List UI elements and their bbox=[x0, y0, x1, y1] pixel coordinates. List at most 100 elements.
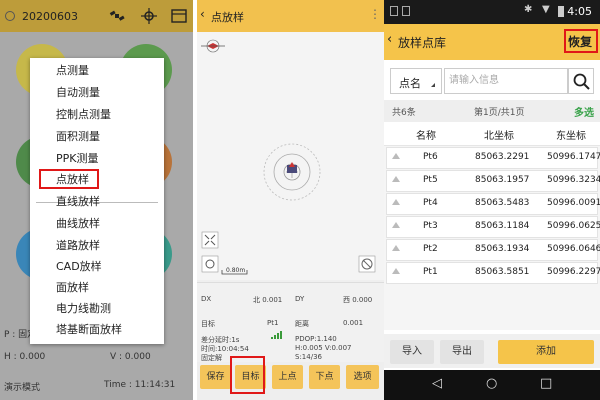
page-title: 点放样 bbox=[211, 11, 244, 24]
point-name: Pt3 bbox=[423, 221, 438, 231]
back-arrow-icon[interactable]: ‹ bbox=[387, 32, 392, 47]
expand-icon bbox=[392, 176, 400, 182]
point-name: Pt1 bbox=[423, 267, 438, 277]
sd-icon bbox=[402, 6, 410, 16]
point-north: 85063.5483 bbox=[475, 198, 530, 208]
menu-item-auto-survey[interactable]: 自动测量 bbox=[56, 85, 100, 101]
screenshot-collage: 20200603 P : 固定 H : 0.000 V : 0.000 演示模式… bbox=[0, 0, 600, 400]
point-north: 85063.5851 bbox=[475, 267, 530, 277]
point-north: 85063.1184 bbox=[475, 221, 530, 231]
sim-icon bbox=[390, 6, 398, 16]
search-button[interactable] bbox=[568, 68, 594, 94]
search-input[interactable]: 请输入信息 bbox=[444, 68, 568, 94]
more-menu-icon[interactable]: ⋮ bbox=[369, 7, 381, 21]
expand-icon bbox=[392, 268, 400, 274]
search-bar: 点名 请输入信息 bbox=[384, 60, 600, 100]
pdop-value: PDOP:1.140 bbox=[295, 335, 337, 343]
back-arrow-icon[interactable]: ‹ bbox=[200, 7, 205, 21]
battery-icon bbox=[558, 6, 564, 17]
export-button[interactable]: 导出 bbox=[440, 340, 484, 364]
options-button[interactable]: 选项 bbox=[346, 365, 379, 389]
settings-panel-icon[interactable] bbox=[170, 7, 188, 25]
multi-select-button[interactable]: 多选 bbox=[574, 104, 594, 119]
field-select[interactable]: 点名 bbox=[390, 68, 442, 94]
expand-icon bbox=[392, 199, 400, 205]
point-east: 50996.0091 bbox=[547, 198, 600, 208]
no-entry-icon bbox=[358, 255, 376, 273]
action-bar: 保存 目标 上点 下点 选项 bbox=[197, 362, 384, 400]
nav-recents-icon[interactable]: □ bbox=[540, 376, 552, 391]
satellite-icon[interactable] bbox=[108, 7, 126, 25]
table-row[interactable]: Pt1 85063.5851 50996.2297 bbox=[386, 262, 600, 284]
table-row[interactable]: Pt3 85063.1184 50996.0625 bbox=[386, 216, 600, 238]
bluetooth-icon: ✱ bbox=[524, 4, 533, 15]
save-button[interactable]: 保存 bbox=[200, 365, 231, 389]
page-indicator: 第1页/共1页 bbox=[474, 108, 525, 118]
point-north: 85063.1934 bbox=[475, 244, 530, 254]
compass-icon bbox=[201, 39, 225, 53]
signal-icon: ▼ bbox=[542, 4, 550, 15]
highlight-box bbox=[230, 356, 265, 394]
dropdown-icon bbox=[431, 83, 435, 87]
add-button[interactable]: 添加 bbox=[498, 340, 594, 364]
table-row[interactable]: Pt4 85063.5483 50996.0091 bbox=[386, 193, 600, 215]
prev-point-button[interactable]: 上点 bbox=[272, 365, 303, 389]
footer-bar: 导入 导出 添加 bbox=[384, 334, 600, 368]
android-nav-bar: ◁ ○ □ bbox=[384, 370, 600, 400]
title-bar: ‹ 放样点库 恢复 bbox=[384, 24, 600, 60]
nav-back-icon[interactable]: ◁ bbox=[432, 376, 442, 391]
expand-icon bbox=[392, 245, 400, 251]
dy-label: DY bbox=[295, 295, 305, 303]
table-row[interactable]: Pt6 85063.2291 50996.1747 bbox=[386, 147, 600, 169]
menu-item-point-survey[interactable]: 点测量 bbox=[56, 63, 89, 79]
highlight-box bbox=[39, 169, 99, 189]
expand-icon bbox=[392, 153, 400, 159]
distance-label: 距离 bbox=[295, 320, 309, 328]
select-value: 点名 bbox=[399, 77, 421, 90]
stakeout-map[interactable]: 0.80m bbox=[197, 32, 384, 280]
clock: Time : 11:14:31 bbox=[104, 380, 176, 390]
main-menu-screen: 20200603 P : 固定 H : 0.000 V : 0.000 演示模式… bbox=[0, 0, 193, 400]
measurement-popup-menu: 点测量 自动测量 控制点测量 面积测量 PPK测量 点放样 直线放样 曲线放样 … bbox=[30, 58, 164, 344]
search-icon bbox=[573, 73, 590, 90]
menu-item-ppk-survey[interactable]: PPK测量 bbox=[56, 151, 98, 167]
locate-icon bbox=[201, 255, 219, 273]
target-value[interactable]: Pt1 bbox=[267, 319, 278, 327]
stakeout-library-screen: ✱ ▼ 4:05 ‹ 放样点库 恢复 点名 请输入信息 共6条 第1页/共1页 … bbox=[384, 0, 600, 400]
next-point-button[interactable]: 下点 bbox=[309, 365, 340, 389]
v-precision: V : 0.000 bbox=[110, 352, 151, 362]
table-row[interactable]: Pt5 85063.1957 50996.3234 bbox=[386, 170, 600, 192]
status-bar: 20200603 bbox=[0, 0, 193, 32]
dx-value: 北 0.001 bbox=[253, 296, 283, 304]
menu-item-area-survey[interactable]: 面积测量 bbox=[56, 129, 100, 145]
menu-item-tower-section[interactable]: 塔基断面放样 bbox=[56, 322, 122, 338]
satellite-count: S:14/36 bbox=[295, 353, 322, 361]
table-row[interactable]: Pt2 85063.1934 50996.0646 bbox=[386, 239, 600, 261]
menu-item-curve-stakeout[interactable]: 曲线放样 bbox=[56, 216, 100, 232]
page-title: 放样点库 bbox=[398, 36, 447, 50]
antenna-icon[interactable] bbox=[140, 7, 158, 25]
column-name: 名称 bbox=[416, 131, 436, 142]
point-stakeout-screen: ‹ 点放样 ⋮ 0.80m DX 北 0.001 DY 西 0.000 目标 P… bbox=[197, 0, 384, 400]
point-name: Pt6 bbox=[423, 152, 438, 162]
signal-bars-icon bbox=[271, 331, 282, 339]
project-date: 20200603 bbox=[22, 10, 78, 23]
expand-icon bbox=[392, 222, 400, 228]
menu-item-powerline-survey[interactable]: 电力线勘测 bbox=[56, 301, 111, 317]
menu-item-road-stakeout[interactable]: 道路放样 bbox=[56, 238, 100, 254]
point-north: 85063.2291 bbox=[475, 152, 530, 162]
point-name: Pt2 bbox=[423, 244, 438, 254]
nav-home-icon[interactable]: ○ bbox=[486, 376, 497, 391]
map-canvas bbox=[201, 39, 376, 275]
point-east: 50996.2297 bbox=[547, 267, 600, 277]
dy-value: 西 0.000 bbox=[343, 296, 373, 304]
import-button[interactable]: 导入 bbox=[390, 340, 434, 364]
record-icon bbox=[5, 11, 15, 21]
menu-item-control-point[interactable]: 控制点测量 bbox=[56, 107, 111, 123]
menu-item-surface-stakeout[interactable]: 面放样 bbox=[56, 280, 89, 296]
point-east: 50996.1747 bbox=[547, 152, 600, 162]
menu-item-line-stakeout[interactable]: 直线放样 bbox=[56, 194, 100, 210]
status-time: 4:05 bbox=[567, 5, 592, 18]
menu-item-cad-stakeout[interactable]: CAD放样 bbox=[56, 259, 102, 275]
android-status-bar: ✱ ▼ 4:05 bbox=[384, 0, 600, 24]
